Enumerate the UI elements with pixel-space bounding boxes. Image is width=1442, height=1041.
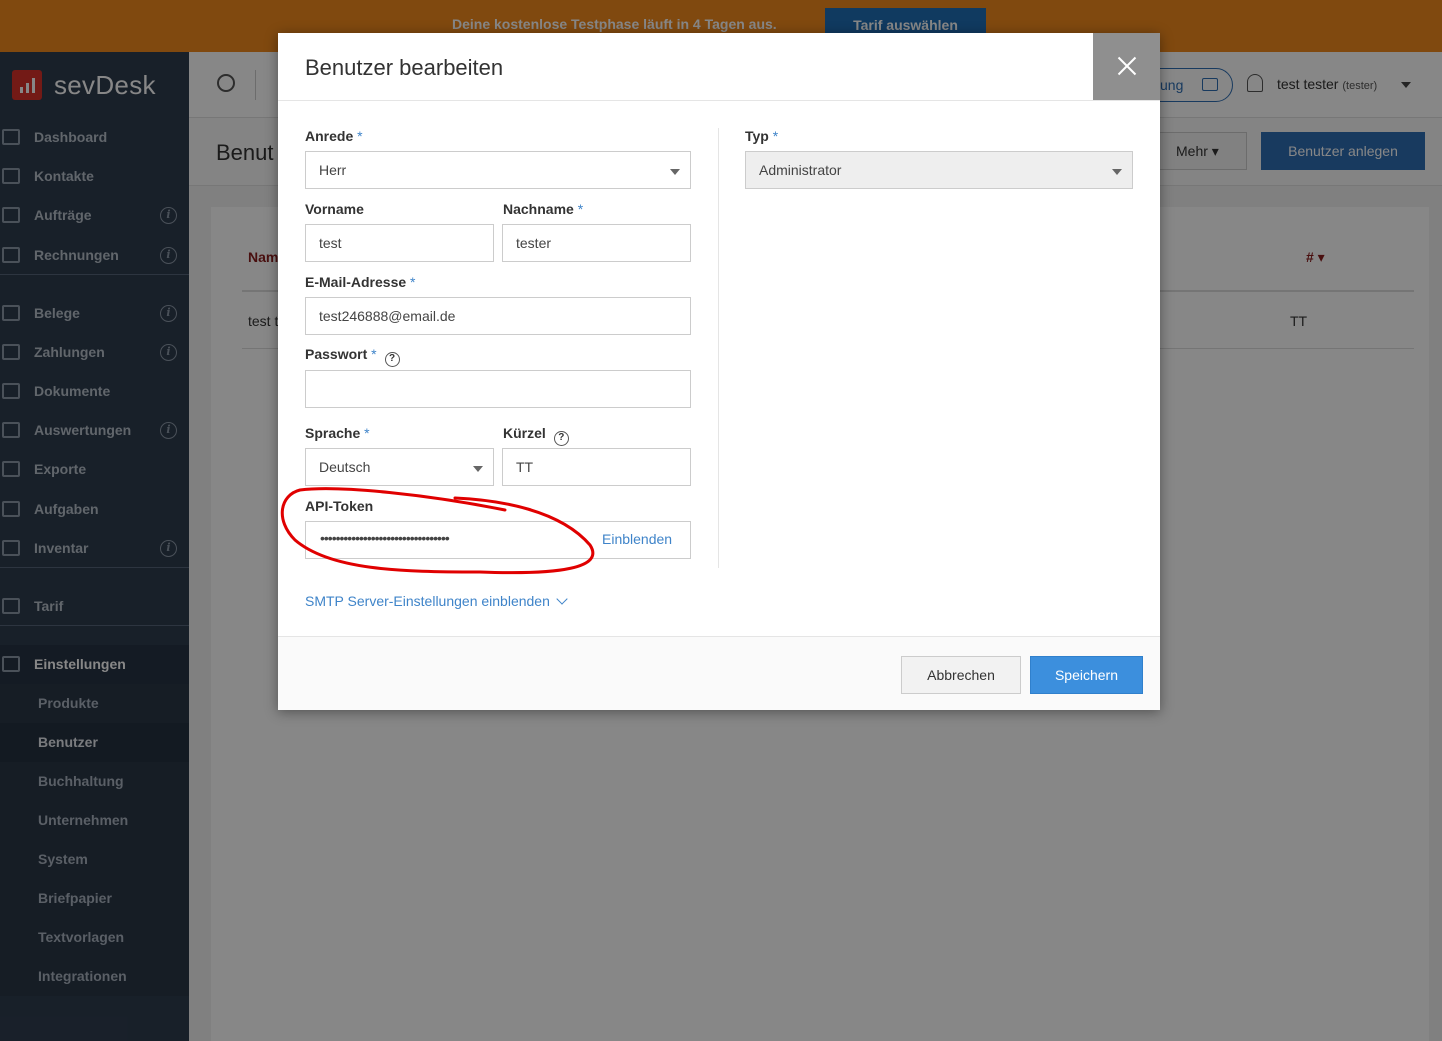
salutation-label: Anrede * [305,128,363,144]
required-mark: * [772,128,779,144]
type-select[interactable]: Administrator [745,151,1133,189]
initials-input[interactable]: TT [502,448,691,486]
initials-label: Kürzel? [503,425,569,446]
save-button[interactable]: Speichern [1030,656,1143,694]
cancel-button[interactable]: Abbrechen [901,656,1021,694]
type-value: Administrator [759,162,842,178]
chevron-down-icon [473,466,483,472]
smtp-settings-link[interactable]: SMTP Server-Einstellungen einblenden [305,593,568,609]
language-label-text: Sprache [305,425,361,441]
email-label-text: E-Mail-Adresse [305,274,407,290]
smtp-settings-label: SMTP Server-Einstellungen einblenden [305,593,550,609]
salutation-select[interactable]: Herr [305,151,691,189]
last-name-value: tester [516,235,552,251]
help-icon[interactable]: ? [384,352,400,367]
language-label: Sprache * [305,425,370,441]
initials-value: TT [516,459,534,475]
language-value: Deutsch [319,459,371,475]
api-token-field[interactable]: ••••••••••••••••••••••••••••••••• Einble… [305,521,691,559]
chevron-down-icon [1112,169,1122,175]
dialog-header: Benutzer bearbeiten [278,33,1160,101]
password-label: Passwort *? [305,346,400,367]
required-mark: * [364,425,370,441]
api-token-value: ••••••••••••••••••••••••••••••••• [320,530,450,546]
first-name-input[interactable]: test [305,224,494,262]
type-label-text: Typ [745,128,769,144]
salutation-value: Herr [319,162,347,178]
password-field[interactable] [305,370,691,408]
email-field[interactable]: test246888@email.de [305,297,691,335]
required-mark: * [410,274,416,290]
dialog-footer: Abbrechen Speichern [278,636,1160,710]
language-select[interactable]: Deutsch [305,448,494,486]
required-mark: * [357,128,363,144]
initials-label-text: Kürzel [503,425,546,441]
salutation-label-text: Anrede [305,128,354,144]
last-name-input[interactable]: tester [502,224,691,262]
close-button[interactable] [1093,33,1160,100]
api-token-label: API-Token [305,498,374,514]
chevron-down-icon [556,593,568,605]
edit-user-dialog: Benutzer bearbeiten Anrede * Herr Vornam… [278,33,1160,710]
last-name-label-text: Nachname [503,201,574,217]
type-label: Typ * [745,128,778,144]
password-label-text: Passwort [305,346,368,362]
column-divider [718,128,719,568]
help-icon[interactable]: ? [553,431,569,446]
reveal-token-link[interactable]: Einblenden [602,531,672,547]
first-name-value: test [319,235,342,251]
email-label: E-Mail-Adresse * [305,274,416,290]
required-mark: * [371,346,377,362]
email-value: test246888@email.de [319,308,456,324]
last-name-label: Nachname * [503,201,583,217]
dialog-title: Benutzer bearbeiten [305,55,504,80]
required-mark: * [577,201,584,217]
first-name-label: Vorname [305,201,364,217]
chevron-down-icon [670,169,680,175]
